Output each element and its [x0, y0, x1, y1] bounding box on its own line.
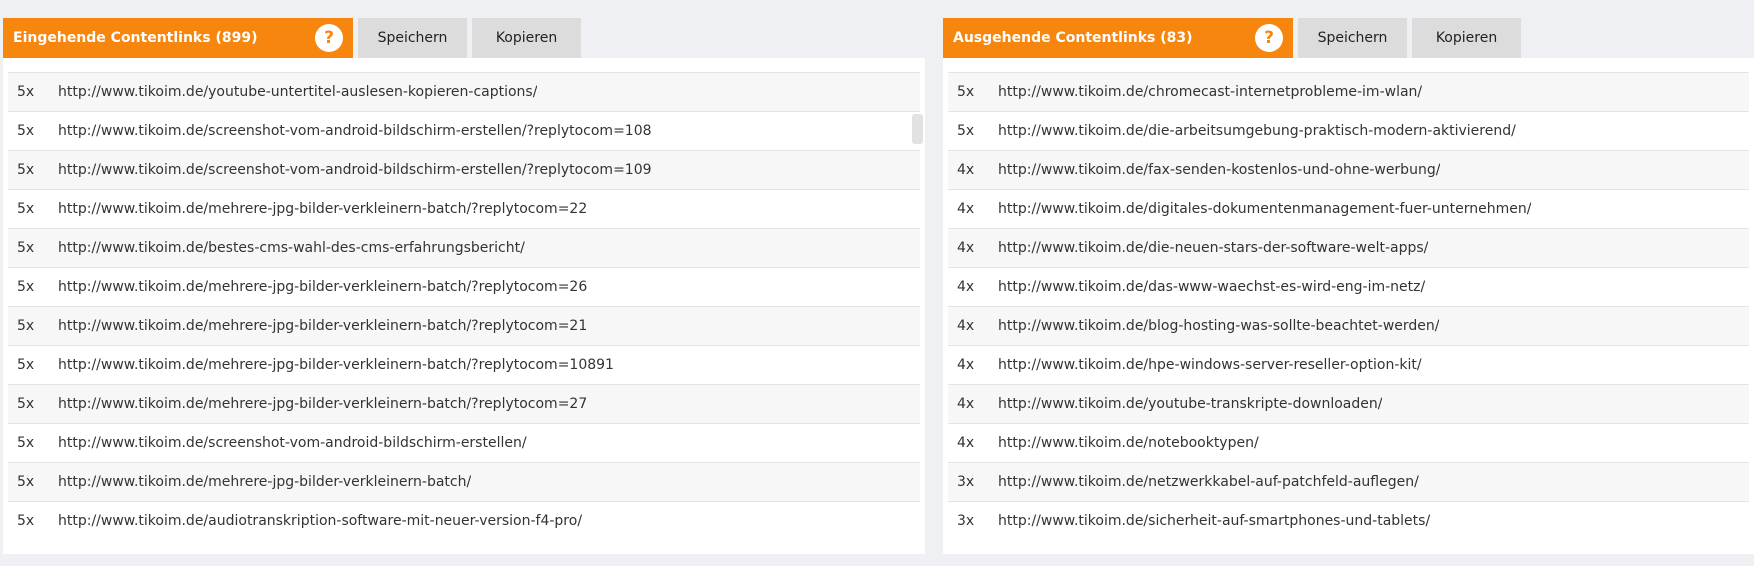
list-item[interactable]: 5x http://www.tikoim.de/mehrere-jpg-bilde… [8, 462, 920, 501]
list-item[interactable]: 5x http://www.tikoim.de/mehrere-jpg-bilde… [8, 345, 920, 384]
link-count: 5x [17, 474, 35, 490]
link-count: 5x [17, 396, 35, 412]
help-icon[interactable]: ? [1255, 24, 1283, 52]
incoming-title: Eingehende Contentlinks (899) [13, 30, 258, 46]
incoming-copy-button[interactable]: Kopieren [472, 18, 581, 58]
list-item[interactable]: 5x http://www.tikoim.de/audiotranskriptio… [8, 501, 920, 540]
link-count: 5x [957, 84, 975, 100]
link-count: 5x [17, 84, 35, 100]
link-count: 5x [17, 201, 35, 217]
link-url: http://www.tikoim.de/fax-senden-kostenlo… [998, 162, 1441, 178]
link-count: 4x [957, 201, 975, 217]
link-url: http://www.tikoim.de/notebooktypen/ [998, 435, 1259, 451]
list-item[interactable]: 5x http://www.tikoim.de/screenshot-vom-an… [8, 111, 920, 150]
link-url: http://www.tikoim.de/screenshot-vom-andr… [58, 123, 652, 139]
incoming-links-panel: Eingehende Contentlinks (899) ? Speicher… [3, 18, 925, 554]
link-count: 4x [957, 396, 975, 412]
link-count: 5x [17, 162, 35, 178]
link-count: 3x [957, 513, 975, 529]
link-url: http://www.tikoim.de/chromecast-internet… [998, 84, 1423, 100]
link-count: 4x [957, 240, 975, 256]
link-count: 5x [17, 279, 35, 295]
link-url: http://www.tikoim.de/mehrere-jpg-bilder-… [58, 318, 588, 334]
link-url: http://www.tikoim.de/das-www-waechst-es-… [998, 279, 1426, 295]
link-url: http://www.tikoim.de/mehrere-jpg-bilder-… [58, 357, 614, 373]
list-item[interactable]: 5x http://www.tikoim.de/chromecast-intern… [948, 72, 1749, 111]
link-count: 4x [957, 357, 975, 373]
outgoing-title: Ausgehende Contentlinks (83) [953, 30, 1193, 46]
outgoing-save-button[interactable]: Speichern [1298, 18, 1407, 58]
outgoing-copy-button[interactable]: Kopieren [1412, 18, 1521, 58]
link-url: http://www.tikoim.de/digitales-dokumente… [998, 201, 1532, 217]
outgoing-links-panel: Ausgehende Contentlinks (83) ? Speichern… [943, 18, 1754, 554]
link-url: http://www.tikoim.de/mehrere-jpg-bilder-… [58, 279, 588, 295]
list-item[interactable]: 3x http://www.tikoim.de/sicherheit-auf-sm… [948, 501, 1749, 540]
link-count: 5x [17, 513, 35, 529]
list-item[interactable]: 5x http://www.tikoim.de/mehrere-jpg-bilde… [8, 306, 920, 345]
link-url: http://www.tikoim.de/die-neuen-stars-der… [998, 240, 1429, 256]
list-item[interactable]: 4x http://www.tikoim.de/das-www-waechst-e… [948, 267, 1749, 306]
link-count: 4x [957, 435, 975, 451]
link-url: http://www.tikoim.de/hpe-windows-server-… [998, 357, 1422, 373]
list-item[interactable]: 4x http://www.tikoim.de/notebooktypen/ [948, 423, 1749, 462]
outgoing-list: 5x http://www.tikoim.de/chromecast-intern… [948, 72, 1749, 540]
link-url: http://www.tikoim.de/mehrere-jpg-bilder-… [58, 201, 588, 217]
list-item[interactable]: 5x http://www.tikoim.de/screenshot-vom-an… [8, 150, 920, 189]
list-item[interactable]: 5x http://www.tikoim.de/mehrere-jpg-bilde… [8, 267, 920, 306]
list-item[interactable]: 4x http://www.tikoim.de/fax-senden-kosten… [948, 150, 1749, 189]
link-count: 3x [957, 474, 975, 490]
link-url: http://www.tikoim.de/sicherheit-auf-smar… [998, 513, 1431, 529]
list-item[interactable]: 5x http://www.tikoim.de/bestes-cms-wahl-d… [8, 228, 920, 267]
list-item[interactable]: 5x http://www.tikoim.de/mehrere-jpg-bilde… [8, 189, 920, 228]
link-url: http://www.tikoim.de/netzwerkkabel-auf-p… [998, 474, 1419, 490]
list-item[interactable]: 4x http://www.tikoim.de/youtube-transkrip… [948, 384, 1749, 423]
link-count: 4x [957, 318, 975, 334]
list-item[interactable]: 5x http://www.tikoim.de/mehrere-jpg-bilde… [8, 384, 920, 423]
scrollbar-thumb[interactable] [912, 114, 923, 144]
link-url: http://www.tikoim.de/youtube-transkripte… [998, 396, 1383, 412]
outgoing-header: Ausgehende Contentlinks (83) ? Speichern… [943, 18, 1754, 58]
link-count: 5x [17, 435, 35, 451]
link-url: http://www.tikoim.de/blog-hosting-was-so… [998, 318, 1440, 334]
help-icon[interactable]: ? [315, 24, 343, 52]
link-count: 5x [17, 357, 35, 373]
list-item[interactable]: 5x http://www.tikoim.de/screenshot-vom-an… [8, 423, 920, 462]
link-url: http://www.tikoim.de/screenshot-vom-andr… [58, 162, 652, 178]
incoming-header: Eingehende Contentlinks (899) ? Speicher… [3, 18, 925, 58]
list-item[interactable]: 3x http://www.tikoim.de/netzwerkkabel-auf… [948, 462, 1749, 501]
link-url: http://www.tikoim.de/mehrere-jpg-bilder-… [58, 396, 588, 412]
list-item[interactable]: 5x http://www.tikoim.de/youtube-untertite… [8, 72, 920, 111]
link-count: 4x [957, 162, 975, 178]
link-count: 5x [17, 318, 35, 334]
link-count: 5x [17, 123, 35, 139]
link-count: 4x [957, 279, 975, 295]
list-item[interactable]: 4x http://www.tikoim.de/digitales-dokumen… [948, 189, 1749, 228]
list-item[interactable]: 4x http://www.tikoim.de/die-neuen-stars-d… [948, 228, 1749, 267]
list-item[interactable]: 4x http://www.tikoim.de/blog-hosting-was-… [948, 306, 1749, 345]
link-count: 5x [17, 240, 35, 256]
incoming-list-box[interactable]: 5x http://www.tikoim.de/youtube-untertite… [3, 58, 925, 554]
link-url: http://www.tikoim.de/screenshot-vom-andr… [58, 435, 527, 451]
link-url: http://www.tikoim.de/youtube-untertitel-… [58, 84, 538, 100]
outgoing-list-box[interactable]: 5x http://www.tikoim.de/chromecast-intern… [943, 58, 1754, 554]
list-item[interactable]: 5x http://www.tikoim.de/die-arbeitsumgebu… [948, 111, 1749, 150]
link-url: http://www.tikoim.de/mehrere-jpg-bilder-… [58, 474, 472, 490]
link-url: http://www.tikoim.de/die-arbeitsumgebung… [998, 123, 1516, 139]
incoming-save-button[interactable]: Speichern [358, 18, 467, 58]
list-item[interactable]: 4x http://www.tikoim.de/hpe-windows-serve… [948, 345, 1749, 384]
link-count: 5x [957, 123, 975, 139]
link-url: http://www.tikoim.de/bestes-cms-wahl-des… [58, 240, 525, 256]
incoming-title-tab: Eingehende Contentlinks (899) ? [3, 18, 353, 58]
outgoing-title-tab: Ausgehende Contentlinks (83) ? [943, 18, 1293, 58]
link-url: http://www.tikoim.de/audiotranskription-… [58, 513, 583, 529]
incoming-list: 5x http://www.tikoim.de/youtube-untertite… [8, 72, 920, 540]
